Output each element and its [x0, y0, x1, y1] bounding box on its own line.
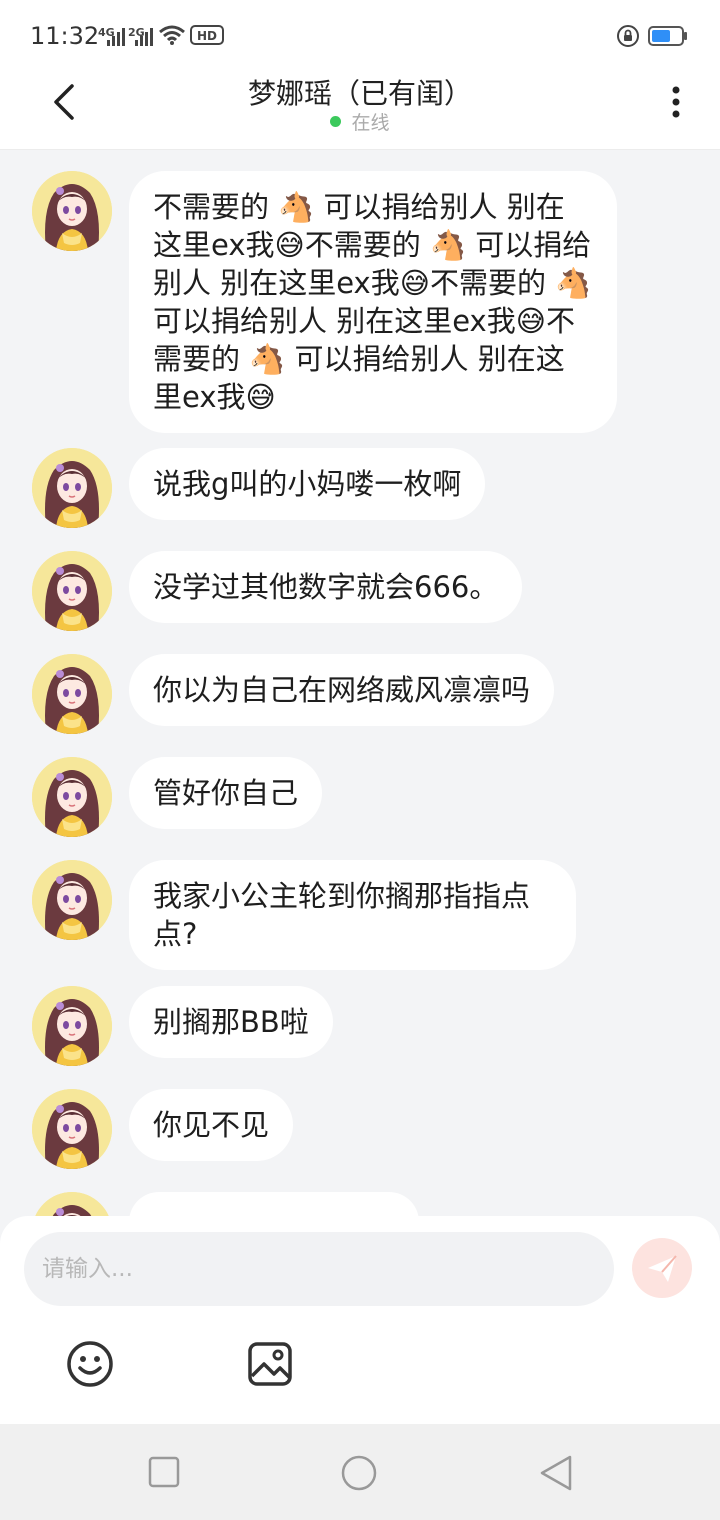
message-bubble: 我家小公主轮到你搁那指指点点?: [129, 860, 576, 970]
message-input[interactable]: [24, 1232, 614, 1306]
avatar[interactable]: [32, 1089, 112, 1169]
nav-back-button[interactable]: [538, 1454, 574, 1492]
status-bar: 11:32 4G 2G HD: [0, 0, 720, 72]
avatar[interactable]: [32, 551, 112, 631]
avatar[interactable]: [32, 1192, 112, 1216]
more-vertical-icon: [672, 86, 680, 118]
signal-2-icon: [135, 28, 153, 46]
online-text: 在线: [351, 112, 390, 134]
hd-icon: HD: [190, 25, 224, 45]
message-bubble: 没学过其他数字就会666。: [129, 551, 523, 623]
recent-apps-button[interactable]: [148, 1456, 180, 1488]
image-button[interactable]: [246, 1340, 294, 1388]
system-nav-bar: [0, 1424, 720, 1520]
message-list[interactable]: 不需要的 🐴 可以捐给别人 别在这里ex我😅不需要的 🐴 可以捐给别人 别在这里…: [0, 150, 720, 1216]
message-bubble: 不需要的 🐴 可以捐给别人 别在这里ex我😅不需要的 🐴 可以捐给别人 别在这里…: [129, 171, 617, 433]
status-time: 11:32: [30, 22, 100, 50]
message-bubble: 说我g叫的小妈喽一枚啊: [129, 448, 486, 520]
more-button[interactable]: [664, 82, 688, 122]
avatar[interactable]: [32, 171, 112, 251]
message-bubble: 管好你自己: [129, 757, 323, 829]
avatar[interactable]: [32, 654, 112, 734]
smiley-icon: [67, 1341, 113, 1387]
message-bubble-partial: [129, 1192, 419, 1216]
online-dot: [330, 116, 342, 127]
avatar[interactable]: [32, 860, 112, 940]
triangle-back-icon: [540, 1455, 572, 1491]
signal-1-icon: [107, 28, 125, 46]
message-bubble: 你以为自己在网络威风凛凛吗: [129, 654, 555, 726]
battery-icon: [648, 26, 687, 46]
image-icon: [248, 1342, 292, 1386]
avatar[interactable]: [32, 448, 112, 528]
square-icon: [148, 1456, 180, 1488]
message-bubble: 你见不见: [129, 1089, 294, 1161]
message-bubble: 别搁那BB啦: [129, 986, 333, 1058]
avatar[interactable]: [32, 986, 112, 1066]
send-button[interactable]: [632, 1238, 692, 1298]
rotation-lock-icon: [617, 25, 639, 47]
avatar[interactable]: [32, 757, 112, 837]
emoji-button[interactable]: [66, 1340, 114, 1388]
online-status: 在线: [0, 108, 720, 135]
paper-plane-icon: [648, 1255, 677, 1282]
input-panel: [0, 1216, 720, 1424]
home-button[interactable]: [340, 1454, 378, 1492]
chat-title: 梦娜瑶（已有闺）: [247, 77, 472, 110]
hd-label: HD: [197, 29, 217, 43]
chat-header: 梦娜瑶（已有闺） 在线: [0, 72, 720, 150]
circle-icon: [341, 1455, 377, 1491]
wifi-icon: [159, 25, 185, 45]
